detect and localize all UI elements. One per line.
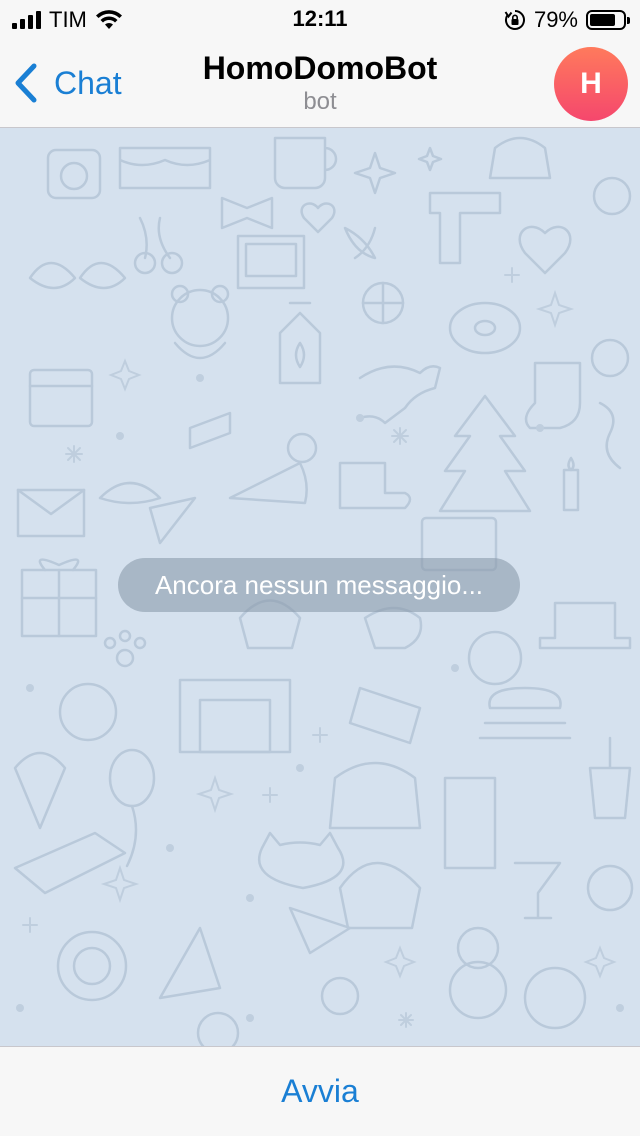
status-right: 79% [504, 6, 630, 34]
chevron-left-icon [15, 63, 37, 103]
bottom-bar: Avvia [0, 1046, 640, 1136]
chat-title: HomoDomoBot [202, 50, 438, 86]
back-button-label: Chat [54, 64, 122, 101]
navigation-bar: Chat HomoDomoBot bot H [0, 40, 640, 128]
chat-header[interactable]: HomoDomoBot bot [140, 48, 500, 116]
chat-area: Ancora nessun messaggio... [0, 128, 640, 1046]
orientation-lock-icon [504, 10, 525, 30]
empty-chat-placeholder: Ancora nessun messaggio... [118, 558, 520, 612]
avatar[interactable]: H [554, 47, 628, 121]
avatar-initial: H [580, 67, 602, 100]
empty-chat-text: Ancora nessun messaggio... [154, 569, 484, 600]
start-button[interactable]: Avvia [241, 1063, 399, 1120]
battery-percent: 79% [533, 7, 578, 32]
battery-icon [586, 10, 630, 30]
chat-subtitle: bot [303, 88, 337, 115]
back-button[interactable]: Chat [10, 58, 122, 108]
status-bar: TIM 12:11 79% [0, 0, 640, 40]
